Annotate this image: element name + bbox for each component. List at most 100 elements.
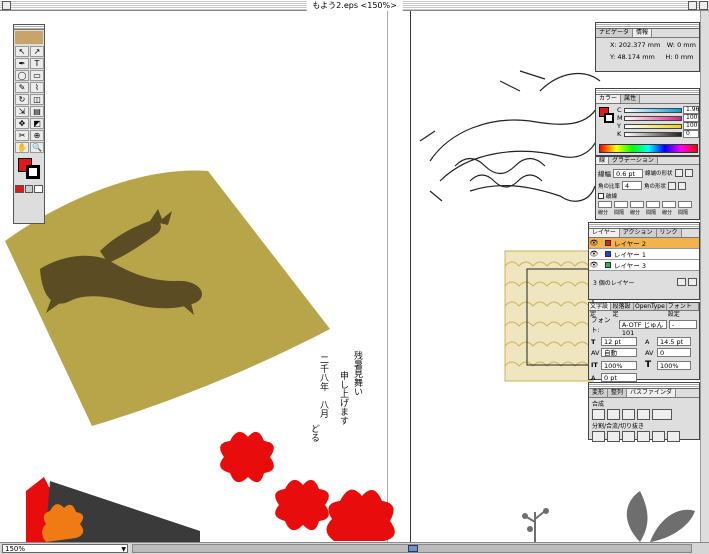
reflect-tool-icon[interactable]: ◫	[30, 94, 44, 105]
mesh-tool-icon[interactable]: ✥	[15, 118, 29, 129]
fill-stroke-well[interactable]	[15, 156, 43, 182]
dash-field[interactable]	[598, 201, 612, 208]
vertical-scale-field[interactable]: 100%	[601, 360, 637, 370]
tab-pathfinder[interactable]: パスファインダ	[627, 389, 677, 397]
stroke-swatch[interactable]	[604, 113, 614, 123]
character-palette[interactable]: 文字設定 段落設定 OpenType フォント設定 フォント: A-OTF じゅ…	[588, 302, 700, 382]
eye-icon[interactable]: 👁	[589, 239, 599, 247]
pencil-tool-icon[interactable]: ⌇	[30, 82, 44, 93]
font-style-select[interactable]: -	[669, 319, 697, 329]
tab-gradient[interactable]: グラデーション	[609, 157, 658, 164]
tool-palette[interactable]: ↖ ↗ ✒ T ◯ ▭ ✎ ⌇ ↻ ◫ ⇲ ▤ ✥ ◩ ✂ ⊕ ✋ 🔍	[13, 24, 45, 224]
horizontal-scrollbar[interactable]	[132, 544, 692, 553]
eye-icon[interactable]: 👁	[589, 261, 599, 269]
baseline-shift-field[interactable]: 0 pt	[601, 373, 637, 382]
ellipse-tool-icon[interactable]: ◯	[15, 70, 29, 81]
tab-transform[interactable]: 変形	[589, 389, 609, 397]
gap-field[interactable]	[678, 201, 692, 208]
eyedropper-tool-icon[interactable]: ⊕	[30, 130, 44, 141]
scroll-thumb[interactable]	[408, 545, 418, 552]
yellow-slider[interactable]	[624, 123, 682, 129]
round-cap-icon[interactable]	[684, 169, 693, 177]
color-palette[interactable]: カラー 属性 C 1.96 M 100 Y 100 K 0	[595, 88, 700, 156]
butt-cap-icon[interactable]	[674, 169, 683, 177]
minus-front-icon[interactable]	[607, 409, 620, 420]
new-layer-icon[interactable]	[677, 278, 686, 286]
tab-stroke[interactable]: 線	[596, 157, 610, 164]
window-titlebar[interactable]: もよう2.eps <150%>	[0, 0, 709, 11]
tab-navigator[interactable]: ナビゲータ	[596, 29, 634, 37]
layer-row[interactable]: 👁 レイヤー 3	[589, 260, 699, 271]
tab-font-settings[interactable]: フォント設定	[666, 303, 699, 318]
leading-field[interactable]: 14.5 pt	[657, 337, 691, 346]
cyan-field[interactable]: 1.96	[683, 106, 699, 114]
minus-back-icon[interactable]	[667, 431, 680, 442]
direct-selection-tool-icon[interactable]: ↗	[30, 46, 44, 57]
trim-icon[interactable]	[607, 431, 620, 442]
black-slider[interactable]	[624, 131, 682, 137]
hand-tool-icon[interactable]: ✋	[15, 142, 29, 153]
font-size-field[interactable]: 12 pt	[601, 337, 637, 346]
app-logo-icon[interactable]	[15, 31, 43, 44]
magenta-slider[interactable]	[624, 115, 682, 121]
divide-icon[interactable]	[592, 431, 605, 442]
gradient-mode-icon[interactable]	[24, 185, 34, 193]
gap-field[interactable]	[646, 201, 660, 208]
tab-character[interactable]: 文字設定	[589, 303, 612, 318]
zoom-box-icon[interactable]	[688, 1, 697, 10]
cyan-slider[interactable]	[624, 107, 682, 113]
pen-tool-icon[interactable]: ✒	[15, 58, 29, 69]
tab-info[interactable]: 情報	[633, 29, 653, 37]
tab-align[interactable]: 整列	[608, 389, 628, 397]
tab-opentype[interactable]: OpenType	[633, 303, 667, 310]
yellow-field[interactable]: 100	[683, 122, 699, 130]
intersect-icon[interactable]	[622, 409, 635, 420]
tracking-field[interactable]: 自動	[601, 348, 637, 357]
zoom-level-select[interactable]: 150% ▼	[2, 544, 128, 553]
font-family-select[interactable]: A-OTF じゅん101	[618, 319, 667, 337]
tab-layers[interactable]: レイヤー	[589, 229, 620, 237]
magenta-field[interactable]: 100	[683, 114, 699, 122]
scissors-tool-icon[interactable]: ✂	[15, 130, 29, 141]
unite-icon[interactable]	[592, 409, 605, 420]
layers-palette[interactable]: レイヤー アクション リンク 👁 レイヤー 2 👁 レイヤー 1 👁 レイヤー …	[588, 222, 700, 300]
none-mode-icon[interactable]	[34, 185, 44, 193]
info-palette[interactable]: ナビゲータ 情報 X: 202.377 mm W: 0 mm Y: 48.174…	[595, 22, 700, 72]
stroke-color-swatch[interactable]	[26, 165, 40, 179]
scale-tool-icon[interactable]: ⇲	[15, 106, 29, 117]
tab-links[interactable]: リンク	[656, 229, 682, 237]
selection-tool-icon[interactable]: ↖	[15, 46, 29, 57]
gradient-tool-icon[interactable]: ◩	[30, 118, 44, 129]
pathfinder-palette[interactable]: 変形 整列 パスファインダ 合成 分割/合流/切り抜き	[588, 382, 700, 442]
kerning-field[interactable]: 0	[657, 348, 691, 357]
trash-icon[interactable]	[688, 278, 697, 286]
round-join-icon[interactable]	[678, 181, 687, 190]
color-mode-icon[interactable]	[15, 185, 24, 193]
miter-join-icon[interactable]	[668, 181, 677, 190]
toolbox-titlebar[interactable]	[14, 25, 44, 30]
dash-field[interactable]	[630, 201, 644, 208]
color-mode-buttons[interactable]	[14, 184, 44, 194]
rectangle-tool-icon[interactable]: ▭	[30, 70, 44, 81]
outline-icon[interactable]	[652, 431, 665, 442]
stroke-weight-field[interactable]: 0.6 pt	[613, 168, 643, 178]
vertical-scrollbar[interactable]	[700, 11, 709, 542]
black-field[interactable]: 0	[683, 130, 699, 138]
rotate-tool-icon[interactable]: ↻	[15, 94, 29, 105]
type-tool-icon[interactable]: T	[30, 58, 44, 69]
dash-checkbox[interactable]	[598, 193, 604, 199]
eye-icon[interactable]: 👁	[589, 250, 599, 258]
dash-field[interactable]	[662, 201, 676, 208]
layer-row[interactable]: 👁 レイヤー 1	[589, 249, 699, 260]
paintbrush-tool-icon[interactable]: ✎	[15, 82, 29, 93]
tab-color[interactable]: カラー	[596, 95, 622, 103]
layer-row[interactable]: 👁 レイヤー 2	[589, 238, 699, 249]
miter-field[interactable]: 4	[622, 181, 643, 190]
tab-attributes[interactable]: 属性	[621, 95, 641, 103]
expand-button[interactable]	[652, 409, 672, 420]
graph-tool-icon[interactable]: ▤	[30, 106, 44, 117]
merge-icon[interactable]	[622, 431, 635, 442]
color-spectrum-bar[interactable]	[599, 144, 698, 153]
zoom-tool-icon[interactable]: 🔍	[30, 142, 44, 153]
crop-icon[interactable]	[637, 431, 650, 442]
